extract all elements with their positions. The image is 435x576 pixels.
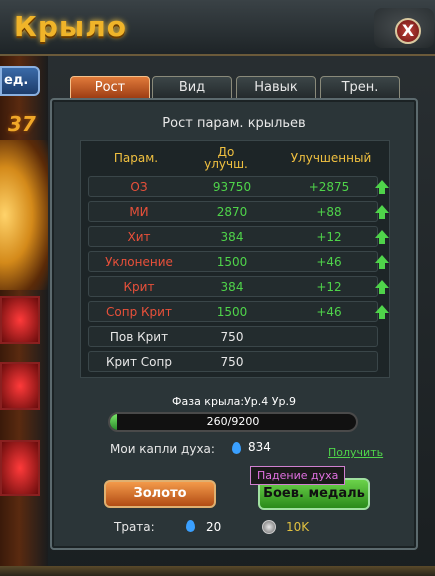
cost-coins: 10K xyxy=(286,520,310,534)
row-value: 1500 xyxy=(216,255,248,269)
tooltip: Падение духа xyxy=(250,466,346,485)
upgrade-arrow-icon xyxy=(375,280,389,294)
drops-value: 834 xyxy=(248,440,271,454)
item-slot[interactable] xyxy=(0,362,40,410)
upgrade-arrow-icon xyxy=(375,305,389,319)
row-name: Сопр Крит xyxy=(106,305,172,319)
close-icon: X xyxy=(401,21,415,40)
table-row: МИ 2870 +88 xyxy=(88,201,389,222)
row-value: 384 xyxy=(220,280,244,294)
drops-label: Мои капли духа: xyxy=(110,442,215,456)
row-value: 750 xyxy=(220,355,244,369)
gold-button[interactable]: Золото xyxy=(104,480,216,508)
title-bar: Крыло X xyxy=(0,0,435,56)
table-row: ОЗ 93750 +2875 xyxy=(88,176,389,197)
row-name: Пов Крит xyxy=(109,330,169,344)
tab-growth[interactable]: Рост xyxy=(70,76,150,100)
row-name: Уклонение xyxy=(105,255,173,269)
progress-text: 260/9200 xyxy=(206,415,260,428)
row-value: 750 xyxy=(220,330,244,344)
side-button[interactable]: ед. xyxy=(0,66,40,96)
item-slot[interactable] xyxy=(0,440,40,496)
row-value: 1500 xyxy=(216,305,248,319)
get-drops-link[interactable]: Получить xyxy=(328,446,383,459)
item-slot[interactable] xyxy=(0,296,40,344)
row-value: 93750 xyxy=(212,180,252,194)
bottom-border xyxy=(0,566,435,576)
progress-bar: 260/9200 xyxy=(108,412,358,432)
row-name: Крит xyxy=(123,280,155,294)
header-param: Парам. xyxy=(113,151,159,165)
row-name: Хит xyxy=(127,230,151,244)
spirit-drop-icon xyxy=(232,442,241,454)
row-value: 384 xyxy=(220,230,244,244)
cost-label: Трата: xyxy=(114,520,155,534)
upgrade-arrow-icon xyxy=(375,255,389,269)
table-row: Хит 384 +12 xyxy=(88,226,389,247)
wing-image xyxy=(0,140,48,290)
tab-training[interactable]: Трен. xyxy=(320,76,400,100)
panel-title: Рост парам. крыльев xyxy=(162,116,306,131)
coin-icon xyxy=(262,520,276,534)
row-name: ОЗ xyxy=(130,180,148,194)
row-bonus: +88 xyxy=(316,205,342,219)
table-row: Сопр Крит 1500 +46 xyxy=(88,301,389,322)
close-button[interactable]: X xyxy=(395,18,421,44)
row-bonus: +12 xyxy=(316,230,342,244)
tab-appearance[interactable]: Вид xyxy=(152,76,232,100)
upgrade-arrow-icon xyxy=(375,180,389,194)
header-after: Улучшенный xyxy=(290,151,372,165)
wing-phase: Фаза крыла:Ур.4 Ур.9 xyxy=(172,395,296,408)
tab-skill[interactable]: Навык xyxy=(236,76,316,100)
upgrade-arrow-icon xyxy=(375,205,389,219)
row-bonus: +46 xyxy=(316,305,342,319)
table-row: Пов Крит 750 xyxy=(88,326,378,347)
upgrade-arrow-icon xyxy=(375,230,389,244)
row-bonus: +12 xyxy=(316,280,342,294)
spirit-drop-icon xyxy=(186,520,195,532)
row-value: 2870 xyxy=(216,205,248,219)
cost-drops: 20 xyxy=(206,520,222,534)
row-name: Крит Сопр xyxy=(106,355,172,369)
window-title: Крыло xyxy=(14,10,127,43)
table-row: Уклонение 1500 +46 xyxy=(88,251,389,272)
header-before: До улучш. xyxy=(204,145,248,171)
side-number: 37 xyxy=(8,112,36,136)
row-bonus: +46 xyxy=(316,255,342,269)
table-row: Крит 384 +12 xyxy=(88,276,389,297)
table-row: Крит Сопр 750 xyxy=(88,351,378,372)
row-name: МИ xyxy=(129,205,149,219)
row-bonus: +2875 xyxy=(308,180,350,194)
